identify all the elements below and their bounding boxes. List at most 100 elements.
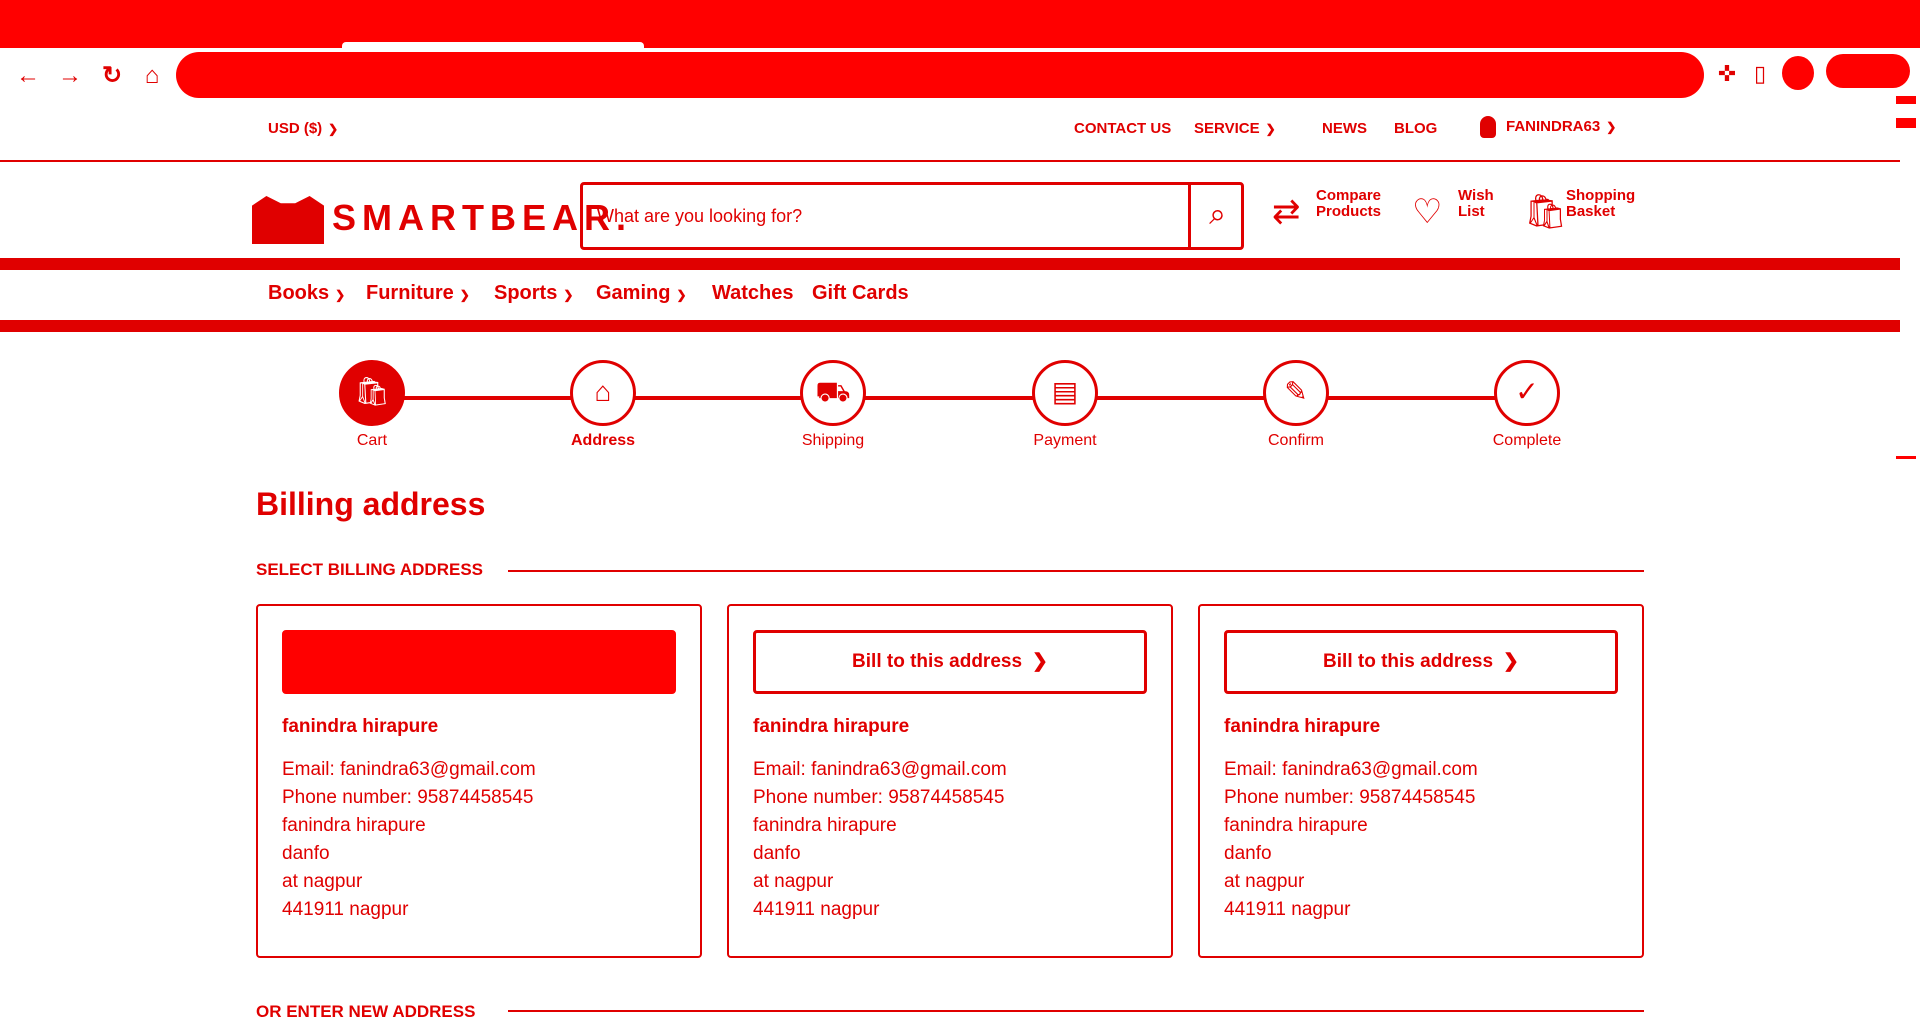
category-gift-cards[interactable]: Gift Cards (812, 282, 909, 304)
step-complete[interactable]: ✓ Complete (1457, 360, 1597, 450)
address-details: Email: fanindra63@gmail.com Phone number… (1224, 756, 1478, 924)
step-payment[interactable]: ▤ Payment (995, 360, 1135, 450)
address-line: fanindra hirapure (282, 815, 426, 836)
contact-us-link[interactable]: CONTACT US (1074, 120, 1172, 137)
username-label: FANINDRA63 (1506, 117, 1601, 135)
compare-label: Compare Products (1316, 187, 1382, 220)
compare-products-link[interactable]: ⇄ Compare Products (1272, 188, 1396, 248)
truck-icon: ⛟ (800, 360, 866, 426)
user-icon (1480, 116, 1496, 138)
news-link[interactable]: NEWS (1322, 120, 1367, 137)
category-watches[interactable]: Watches (712, 282, 794, 304)
address-name: fanindra hirapure (753, 716, 910, 737)
address-line: at nagpur (1224, 871, 1305, 892)
step-confirm[interactable]: ✎ Confirm (1226, 360, 1366, 450)
chevron-down-icon: ❯ (676, 288, 687, 302)
site-header: SMARTBEAR. ⌕ ⇄ Compare Products ♡ Wish L… (0, 174, 1900, 258)
bill-to-address-button[interactable] (282, 630, 676, 694)
chevron-down-icon: ❯ (335, 288, 346, 302)
step-label: Payment (1033, 432, 1097, 449)
step-label: Confirm (1267, 432, 1324, 449)
address-name: fanindra hirapure (1224, 716, 1381, 737)
search-box: ⌕ (580, 182, 1244, 250)
heart-icon: ♡ (1412, 193, 1443, 231)
browser-tab-strip (0, 0, 1920, 48)
address-email: Email: fanindra63@gmail.com (1224, 759, 1478, 780)
step-shipping[interactable]: ⛟ Shipping (763, 360, 903, 450)
compare-icon: ⇄ (1272, 193, 1301, 231)
chevron-down-icon: ❯ (1265, 122, 1276, 136)
search-button[interactable]: ⌕ (1188, 182, 1244, 250)
wishlist-link[interactable]: ♡ Wish List (1412, 188, 1508, 248)
shopping-basket-link[interactable]: 🛍 Shopping Basket (1524, 188, 1644, 248)
address-line: fanindra hirapure (1224, 815, 1368, 836)
back-icon[interactable]: ← (14, 62, 42, 90)
profile-avatar[interactable] (1782, 56, 1814, 90)
category-label: Sports (494, 282, 558, 304)
category-nav: Books ❯ Furniture ❯ Sports ❯ Gaming ❯ Watche… (0, 270, 1900, 320)
scrollbar-thumb[interactable] (1896, 456, 1916, 459)
blog-link[interactable]: BLOG (1394, 120, 1438, 137)
address-line: 441911 nagpur (1224, 899, 1351, 920)
step-address[interactable]: ⌂ Address (533, 360, 673, 450)
address-phone: Phone number: 95874458545 (282, 787, 534, 808)
service-menu[interactable]: SERVICE ❯ (1194, 121, 1276, 136)
basket-label: Shopping Basket (1566, 187, 1636, 220)
chevron-right-icon: ❯ (1503, 651, 1519, 672)
cart-icon: 🛍 (339, 360, 405, 426)
address-details: Email: fanindra63@gmail.com Phone number… (753, 756, 1007, 924)
address-phone: Phone number: 95874458545 (1224, 787, 1476, 808)
category-label: Watches (712, 282, 794, 304)
category-label: Gaming (596, 282, 671, 304)
category-books[interactable]: Books ❯ (268, 282, 345, 306)
sidepanel-icon[interactable]: ▯ (1750, 58, 1770, 90)
contact-us-label: CONTACT US (1074, 120, 1172, 137)
category-label: Gift Cards (812, 282, 909, 304)
blog-label: BLOG (1394, 120, 1438, 137)
address-line: 441911 nagpur (753, 899, 880, 920)
address-line: fanindra hirapure (753, 815, 897, 836)
address-line: danfo (753, 843, 801, 864)
currency-selector[interactable]: USD ($) ❯ (268, 121, 339, 136)
select-billing-heading: SELECT BILLING ADDRESS (256, 560, 483, 579)
address-line: danfo (282, 843, 330, 864)
address-card: Bill to this address ❯ fanindra hirapure … (727, 604, 1173, 958)
address-line: danfo (1224, 843, 1272, 864)
chevron-down-icon: ❯ (328, 122, 339, 136)
page-title: Billing address (256, 486, 486, 522)
header-divider (0, 258, 1900, 270)
thumbs-up-icon: ✎ (1263, 360, 1329, 426)
nav-divider (0, 320, 1900, 332)
address-details: Email: fanindra63@gmail.com Phone number… (282, 756, 536, 924)
address-bar[interactable] (176, 52, 1704, 98)
step-label: Cart (356, 432, 388, 449)
basket-icon: 🛍 (1524, 193, 1568, 231)
address-card: fanindra hirapure Email: fanindra63@gmai… (256, 604, 702, 958)
reload-icon[interactable]: ↻ (98, 62, 126, 90)
bill-to-address-button[interactable]: Bill to this address ❯ (1224, 630, 1618, 694)
search-icon: ⌕ (1209, 198, 1226, 231)
site-logo[interactable]: SMARTBEAR. (252, 188, 626, 244)
home-icon[interactable]: ⌂ (138, 62, 166, 90)
forward-icon[interactable]: → (56, 62, 84, 90)
button-label: Bill to this address (1323, 651, 1494, 672)
chevron-down-icon: ❯ (563, 288, 574, 302)
wishlist-label: Wish List (1458, 187, 1494, 220)
step-label: Complete (1492, 432, 1562, 449)
top-utility-bar: USD ($) ❯ CONTACT US SERVICE ❯ NEWS BLOG F… (0, 110, 1900, 162)
category-sports[interactable]: Sports ❯ (494, 282, 573, 306)
address-name: fanindra hirapure (282, 716, 439, 737)
puzzle-icon[interactable]: ✜ (1712, 58, 1742, 90)
category-furniture[interactable]: Furniture ❯ (366, 282, 470, 306)
section-divider (508, 1010, 1644, 1012)
profile-menu-button[interactable] (1826, 54, 1910, 88)
address-line: 441911 nagpur (282, 899, 409, 920)
account-menu[interactable]: FANINDRA63 ❯ (1480, 116, 1616, 138)
chevron-down-icon: ❯ (1606, 119, 1617, 134)
bill-to-address-button[interactable]: Bill to this address ❯ (753, 630, 1147, 694)
search-input[interactable] (597, 195, 1197, 237)
category-gaming[interactable]: Gaming ❯ (596, 282, 687, 306)
step-cart[interactable]: 🛍 Cart (302, 360, 442, 450)
news-label: NEWS (1322, 120, 1367, 137)
category-label: Furniture (366, 282, 454, 304)
